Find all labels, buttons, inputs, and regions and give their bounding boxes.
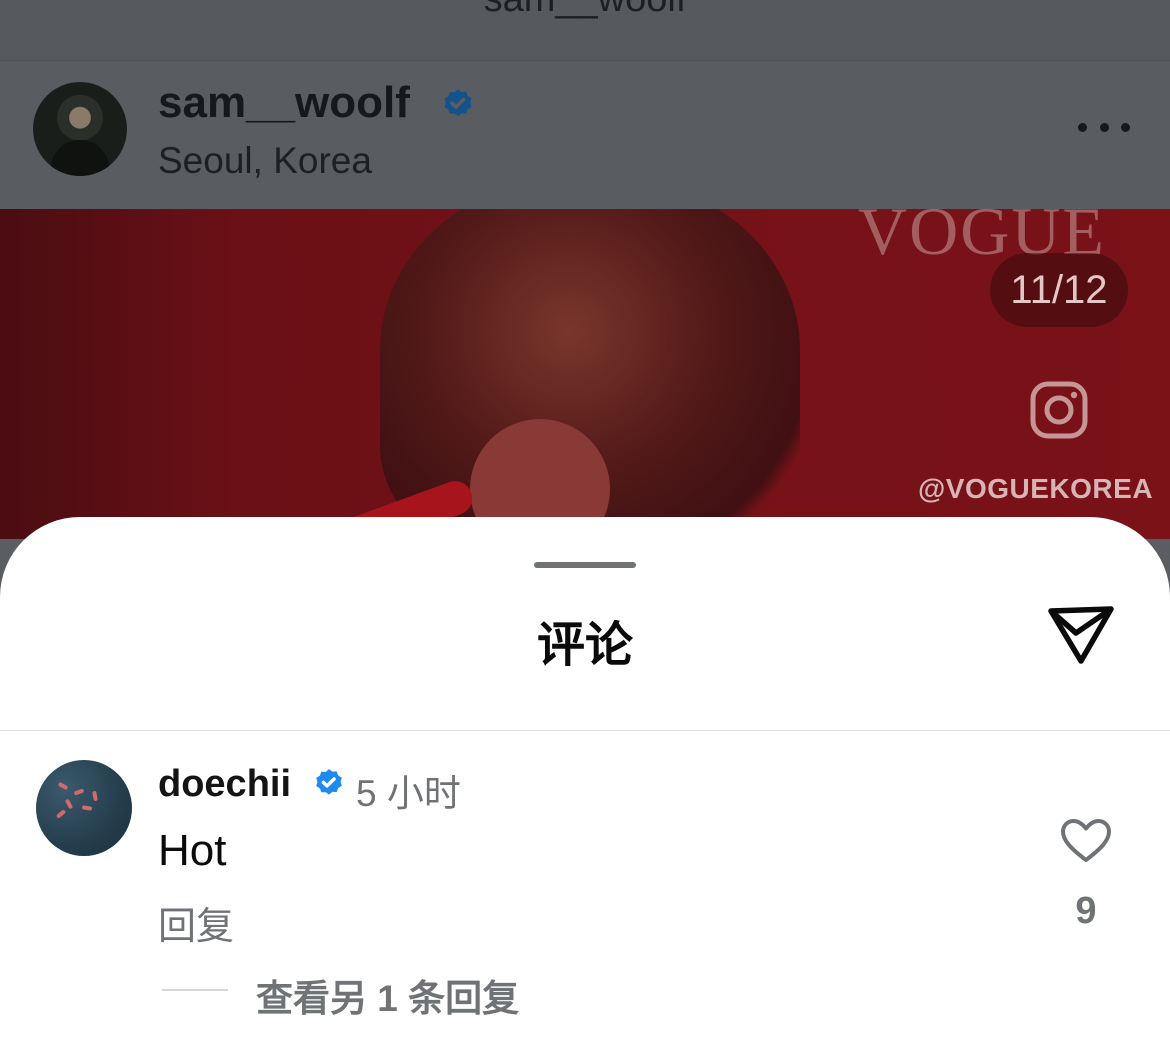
comment-username[interactable]: doechii — [158, 763, 291, 806]
comment-timestamp: 5 小时 — [356, 773, 461, 814]
dot — [1121, 122, 1130, 132]
verified-badge-icon — [444, 89, 472, 117]
avatar[interactable] — [33, 82, 127, 176]
reply-button[interactable]: 回复 — [158, 895, 234, 950]
top-bar-title: sam__woolf — [0, 0, 1170, 21]
sheet-divider — [0, 730, 1170, 731]
carousel-counter: 11/12 — [990, 253, 1128, 327]
dot — [1099, 122, 1109, 132]
sheet-title: 评论 — [536, 619, 633, 672]
view-replies-link[interactable]: 查看另 1 条回复 — [256, 968, 519, 1022]
more-options-icon[interactable] — [1078, 110, 1130, 144]
heart-icon[interactable] — [1060, 818, 1112, 864]
post-location[interactable]: Seoul, Korea — [158, 140, 372, 182]
post-username[interactable]: sam__woolf — [158, 78, 410, 128]
media-watermark-handle: @VOGUEKOREA — [918, 473, 1154, 504]
like-count: 9 — [1075, 890, 1097, 932]
instagram-icon — [1030, 381, 1088, 439]
verified-badge-icon — [316, 769, 342, 795]
sheet-grabber[interactable] — [534, 562, 636, 568]
send-icon[interactable] — [1046, 603, 1116, 665]
dot — [1078, 122, 1087, 132]
top-bar: sam__woolf — [0, 0, 1170, 61]
commenter-avatar[interactable] — [36, 760, 132, 856]
comment-text: Hot — [158, 826, 227, 875]
replies-divider-line — [162, 989, 228, 991]
